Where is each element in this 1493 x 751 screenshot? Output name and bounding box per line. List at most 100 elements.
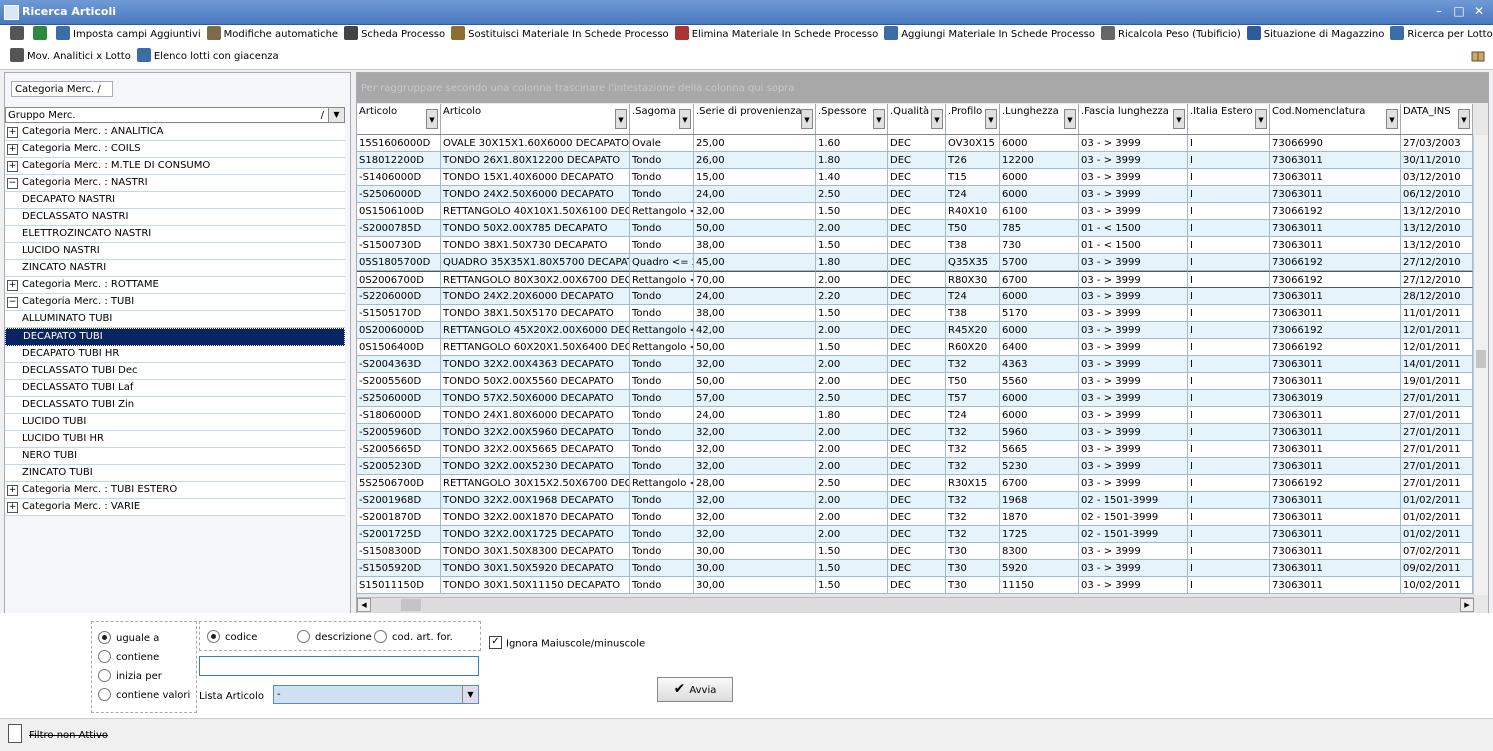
table-cell[interactable]: 27/01/2011 bbox=[1401, 407, 1473, 424]
toolbar-row1-item-9[interactable]: Situazione di Magazzino bbox=[1246, 25, 1384, 45]
table-cell[interactable]: 03 - > 3999 bbox=[1079, 203, 1188, 220]
table-cell[interactable]: DEC bbox=[888, 186, 946, 203]
filter-dropdown-icon[interactable]: ▼ bbox=[1173, 109, 1185, 129]
table-cell[interactable]: 6000 bbox=[1000, 390, 1079, 407]
table-cell[interactable]: I bbox=[1188, 237, 1270, 254]
table-cell[interactable]: R45X20 bbox=[946, 322, 1000, 339]
table-cell[interactable]: 30,00 bbox=[694, 543, 816, 560]
table-cell[interactable]: 2.00 bbox=[816, 373, 888, 390]
table-cell[interactable]: 12/01/2011 bbox=[1401, 339, 1473, 356]
filter-status[interactable]: Filtro non Attivo bbox=[29, 730, 108, 741]
table-row[interactable]: -S2000785D TONDO 50X2.00X785 DECAPATO Tond… bbox=[357, 220, 1473, 237]
table-cell[interactable]: TONDO 24X1.80X6000 DECAPATO bbox=[441, 407, 630, 424]
table-cell[interactable]: I bbox=[1188, 288, 1270, 305]
table-cell[interactable]: 27/03/2003 bbox=[1401, 135, 1473, 152]
table-cell[interactable]: I bbox=[1188, 509, 1270, 526]
toolbar-row1-item-3[interactable]: Modifiche automatiche bbox=[206, 25, 338, 45]
table-cell[interactable]: 03 - > 3999 bbox=[1079, 271, 1188, 288]
table-cell[interactable]: Q35X35 bbox=[946, 254, 1000, 271]
checkbox-icon[interactable]: ✓ bbox=[489, 636, 502, 649]
table-cell[interactable]: DEC bbox=[888, 475, 946, 492]
table-cell[interactable]: 03 - > 3999 bbox=[1079, 543, 1188, 560]
table-cell[interactable]: Tondo bbox=[630, 186, 694, 203]
table-cell[interactable]: -S2206000D bbox=[357, 288, 441, 305]
table-cell[interactable]: I bbox=[1188, 339, 1270, 356]
table-cell[interactable]: -S1406000D bbox=[357, 169, 441, 186]
table-cell[interactable]: T15 bbox=[946, 169, 1000, 186]
table-cell[interactable]: 03/12/2010 bbox=[1401, 169, 1473, 186]
table-row[interactable]: -S1505920D TONDO 30X1.50X5920 DECAPATO Ton… bbox=[357, 560, 1473, 577]
table-cell[interactable]: 1.50 bbox=[816, 305, 888, 322]
filter-dropdown-icon[interactable]: ▼ bbox=[1064, 109, 1076, 129]
table-cell[interactable]: TONDO 50X2.00X5560 DECAPATO bbox=[441, 373, 630, 390]
table-cell[interactable]: Tondo bbox=[630, 441, 694, 458]
table-cell[interactable]: TONDO 32X2.00X5960 DECAPATO bbox=[441, 424, 630, 441]
table-cell[interactable]: I bbox=[1188, 407, 1270, 424]
table-cell[interactable]: 6000 bbox=[1000, 186, 1079, 203]
search-input[interactable] bbox=[199, 656, 479, 676]
table-cell[interactable]: DEC bbox=[888, 271, 946, 288]
table-cell[interactable]: OV30X15 bbox=[946, 135, 1000, 152]
table-cell[interactable]: Tondo bbox=[630, 288, 694, 305]
table-cell[interactable]: 5560 bbox=[1000, 373, 1079, 390]
table-cell[interactable]: 6700 bbox=[1000, 271, 1079, 288]
table-cell[interactable]: DEC bbox=[888, 543, 946, 560]
maximize-button[interactable]: □ bbox=[1451, 3, 1467, 19]
table-cell[interactable]: 73063011 bbox=[1270, 169, 1401, 186]
table-cell[interactable]: TONDO 30X1.50X8300 DECAPATO bbox=[441, 543, 630, 560]
table-cell[interactable]: 6000 bbox=[1000, 407, 1079, 424]
table-cell[interactable]: 06/12/2010 bbox=[1401, 186, 1473, 203]
vertical-scrollbar[interactable] bbox=[1473, 135, 1488, 595]
table-cell[interactable]: TONDO 50X2.00X785 DECAPATO bbox=[441, 220, 630, 237]
table-cell[interactable]: -S2004363D bbox=[357, 356, 441, 373]
table-cell[interactable]: 1.50 bbox=[816, 339, 888, 356]
table-cell[interactable]: 19/01/2011 bbox=[1401, 373, 1473, 390]
table-cell[interactable]: Rettangolo <= 2 bbox=[630, 271, 694, 288]
table-cell[interactable]: -S2005960D bbox=[357, 424, 441, 441]
table-cell[interactable]: TONDO 32X2.00X4363 DECAPATO bbox=[441, 356, 630, 373]
tree-item[interactable]: LUCIDO NASTRI bbox=[5, 243, 345, 260]
table-cell[interactable]: 03 - > 3999 bbox=[1079, 475, 1188, 492]
table-cell[interactable]: Tondo bbox=[630, 373, 694, 390]
table-cell[interactable]: -S1505170D bbox=[357, 305, 441, 322]
table-cell[interactable]: DEC bbox=[888, 135, 946, 152]
column-header[interactable]: .Lunghezza ▼ bbox=[1000, 104, 1079, 134]
table-cell[interactable]: 12200 bbox=[1000, 152, 1079, 169]
table-cell[interactable]: 11/01/2011 bbox=[1401, 305, 1473, 322]
table-cell[interactable]: -S2506000D bbox=[357, 186, 441, 203]
table-cell[interactable]: DEC bbox=[888, 203, 946, 220]
table-cell[interactable]: I bbox=[1188, 373, 1270, 390]
radio-icon[interactable] bbox=[98, 687, 111, 701]
table-cell[interactable]: Ovale bbox=[630, 135, 694, 152]
table-cell[interactable]: DEC bbox=[888, 288, 946, 305]
table-cell[interactable]: T24 bbox=[946, 186, 1000, 203]
table-row[interactable]: -S2005230D TONDO 32X2.00X5230 DECAPATO Ton… bbox=[357, 458, 1473, 475]
table-cell[interactable]: R80X30 bbox=[946, 271, 1000, 288]
table-cell[interactable]: DEC bbox=[888, 526, 946, 543]
table-cell[interactable]: 03 - > 3999 bbox=[1079, 322, 1188, 339]
scroll-right-icon[interactable]: ▶ bbox=[1460, 598, 1474, 612]
table-cell[interactable]: I bbox=[1188, 390, 1270, 407]
table-cell[interactable]: DEC bbox=[888, 390, 946, 407]
horizontal-scrollbar-thumb[interactable] bbox=[401, 599, 421, 611]
radio-icon[interactable] bbox=[297, 629, 310, 643]
table-cell[interactable]: Tondo bbox=[630, 458, 694, 475]
tree-category[interactable]: + Categoria Merc. : M.TLE DI CONSUMO bbox=[5, 158, 345, 175]
table-cell[interactable]: DEC bbox=[888, 220, 946, 237]
radio-icon[interactable] bbox=[98, 668, 111, 682]
table-cell[interactable]: 1.50 bbox=[816, 560, 888, 577]
table-cell[interactable]: 32,00 bbox=[694, 492, 816, 509]
table-cell[interactable]: 73063019 bbox=[1270, 390, 1401, 407]
table-cell[interactable]: 50,00 bbox=[694, 220, 816, 237]
table-cell[interactable]: QUADRO 35X35X1.80X5700 DECAPATO bbox=[441, 254, 630, 271]
table-cell[interactable]: T32 bbox=[946, 424, 1000, 441]
table-cell[interactable]: 73063011 bbox=[1270, 356, 1401, 373]
table-cell[interactable]: 5S2506700D bbox=[357, 475, 441, 492]
table-cell[interactable]: TONDO 15X1.40X6000 DECAPATO bbox=[441, 169, 630, 186]
horizontal-scrollbar[interactable]: ◀ ▶ bbox=[357, 597, 1474, 613]
close-button[interactable]: ✕ bbox=[1471, 3, 1487, 19]
table-cell[interactable]: DEC bbox=[888, 441, 946, 458]
table-cell[interactable]: 6000 bbox=[1000, 169, 1079, 186]
table-row[interactable]: 0S2006000DRETTANGOLO 45X20X2.00X6000 DEC… bbox=[357, 322, 1473, 339]
table-cell[interactable]: I bbox=[1188, 492, 1270, 509]
